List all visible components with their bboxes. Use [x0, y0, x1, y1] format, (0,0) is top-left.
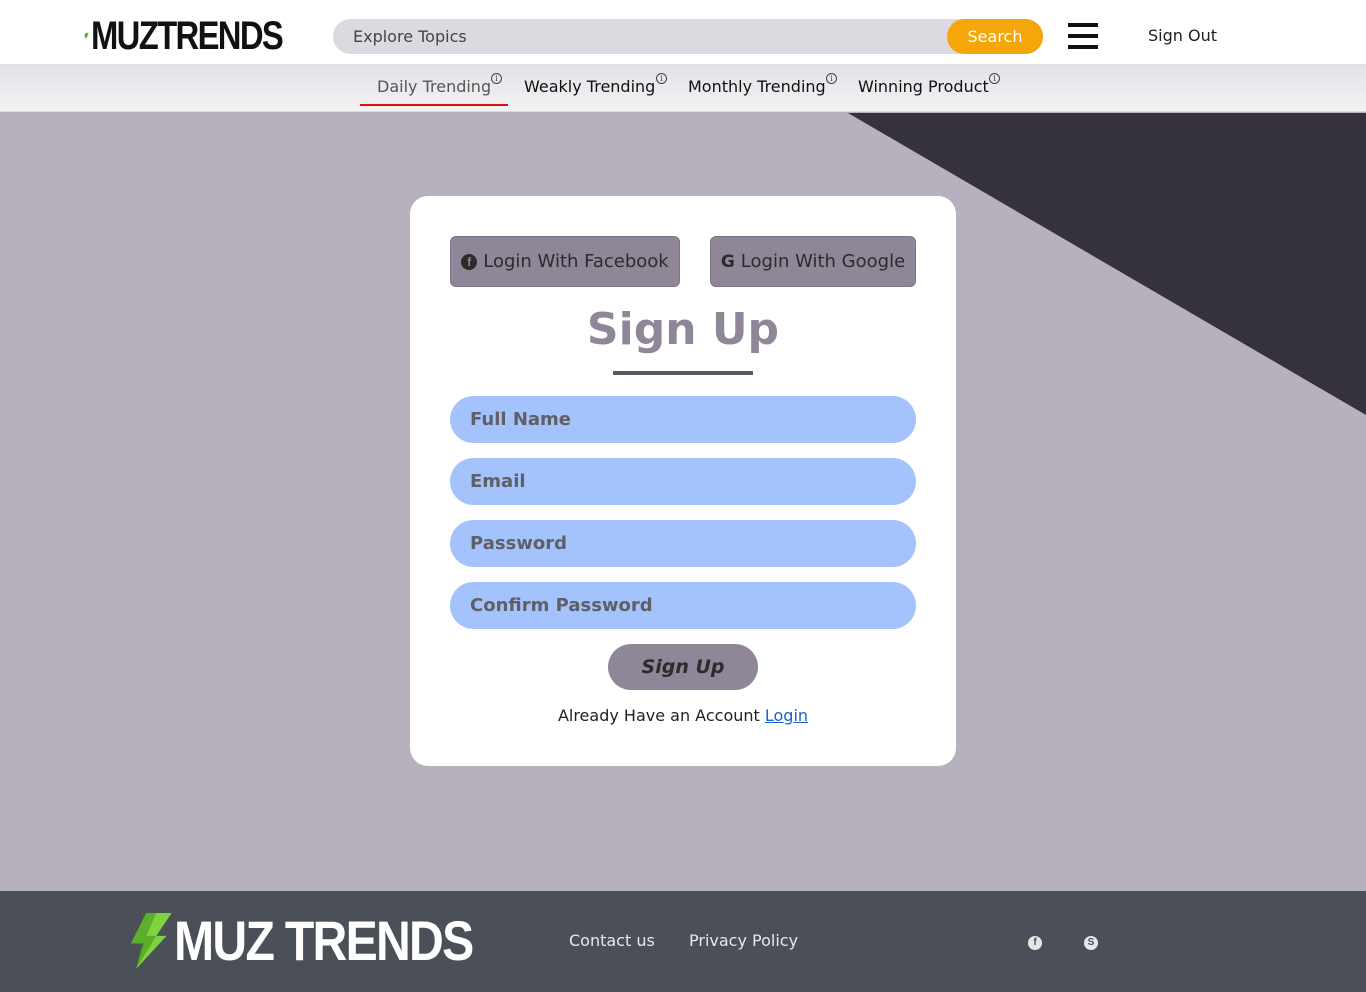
tab-monthly-trending[interactable]: Monthly Trending i	[688, 73, 837, 96]
signup-card: f Login With Facebook G Login With Googl…	[410, 196, 956, 766]
search-input[interactable]	[333, 19, 933, 54]
info-icon[interactable]: i	[656, 73, 667, 84]
tab-label: Weakly Trending	[524, 77, 656, 96]
google-button-label: Login With Google	[740, 251, 906, 272]
info-icon[interactable]: i	[491, 73, 502, 84]
skype-icon[interactable]: S	[1084, 936, 1098, 950]
confirm-password-field[interactable]	[450, 582, 916, 629]
logo-text: MUZTRENDS	[90, 14, 284, 58]
tab-weakly-trending[interactable]: Weakly Trending i	[524, 73, 667, 96]
muztrends-logo[interactable]: MUZTRENDS	[84, 14, 324, 58]
page-title: Sign Up	[586, 304, 780, 355]
info-icon[interactable]: i	[989, 73, 1000, 84]
hamburger-menu-icon[interactable]	[1068, 23, 1098, 49]
facebook-button-label: Login With Facebook	[483, 251, 669, 272]
contact-us-link[interactable]: Contact us	[569, 931, 655, 950]
lightning-bolt-icon	[84, 32, 89, 40]
tab-daily-trending[interactable]: Daily Trending i	[377, 73, 502, 96]
title-underline	[613, 371, 753, 375]
login-prompt: Already Have an Account Login	[410, 706, 956, 725]
search-button[interactable]: Search	[947, 19, 1043, 54]
tab-label: Monthly Trending	[688, 77, 826, 96]
footer: MUZ TRENDS Contact us Privacy Policy f S	[0, 891, 1366, 992]
tab-label: Winning Product	[858, 77, 989, 96]
google-icon: G	[720, 251, 735, 272]
privacy-policy-link[interactable]: Privacy Policy	[689, 931, 798, 950]
tab-winning-product[interactable]: Winning Product i	[858, 73, 1000, 96]
sign-out-link[interactable]: Sign Out	[1148, 26, 1217, 45]
header: MUZTRENDS Search Sign Out	[0, 0, 1366, 64]
full-name-field[interactable]	[450, 396, 916, 443]
lightning-bolt-icon	[130, 913, 172, 969]
login-link[interactable]: Login	[765, 706, 808, 725]
tab-label: Daily Trending	[377, 77, 492, 96]
sign-up-button[interactable]: Sign Up	[608, 644, 758, 690]
account-prompt-text: Already Have an Account	[557, 706, 760, 725]
search-bar: Search	[333, 19, 1043, 54]
facebook-icon[interactable]: f	[1028, 936, 1042, 950]
info-icon[interactable]: i	[826, 73, 837, 84]
email-field[interactable]	[450, 458, 916, 505]
footer-logo-text: MUZ TRENDS	[174, 909, 474, 972]
password-field[interactable]	[450, 520, 916, 567]
login-with-facebook-button[interactable]: f Login With Facebook	[450, 236, 680, 287]
login-with-google-button[interactable]: G Login With Google	[710, 236, 916, 287]
active-tab-indicator	[360, 104, 508, 106]
footer-logo[interactable]: MUZ TRENDS	[128, 913, 521, 969]
facebook-icon: f	[461, 253, 478, 270]
trending-nav: Daily Trending i Weakly Trending i Month…	[0, 64, 1366, 112]
